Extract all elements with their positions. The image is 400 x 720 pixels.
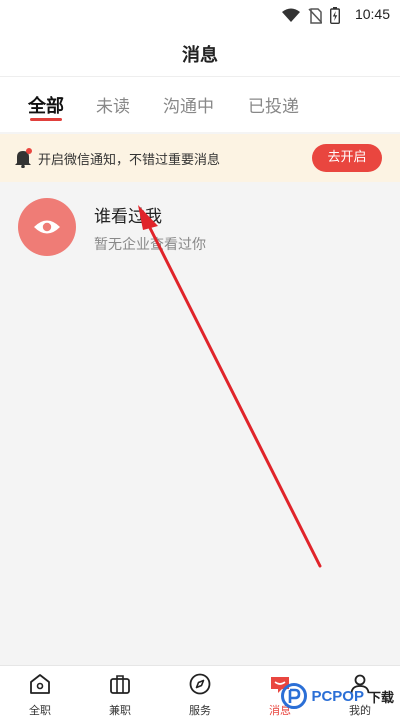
eye-icon bbox=[34, 220, 60, 234]
status-icons bbox=[282, 7, 340, 24]
enable-notice-button[interactable]: 去开启 bbox=[312, 144, 382, 172]
title-bar: 消息 bbox=[0, 30, 400, 76]
watermark: PCPOP 下载 bbox=[281, 683, 394, 709]
nav-label: 全职 bbox=[29, 704, 51, 717]
nav-label: 兼职 bbox=[109, 704, 131, 717]
battery-icon bbox=[330, 7, 340, 24]
pcpop-logo-icon bbox=[281, 683, 308, 709]
message-title: 谁看过我 bbox=[94, 207, 162, 227]
message-subtitle: 暂无企业查看过你 bbox=[94, 237, 206, 253]
nav-label: 服务 bbox=[189, 704, 211, 717]
nav-item-fulltime[interactable]: 全职 bbox=[0, 666, 80, 720]
tab-communicating[interactable]: 沟通中 bbox=[163, 92, 214, 117]
avatar bbox=[18, 198, 76, 256]
status-bar: 10:45 bbox=[0, 0, 400, 30]
tab-delivered[interactable]: 已投递 bbox=[248, 92, 299, 117]
nav-item-service[interactable]: 服务 bbox=[160, 666, 240, 720]
wifi-icon bbox=[282, 8, 300, 22]
tab-all[interactable]: 全部 bbox=[28, 92, 64, 118]
briefcase-icon bbox=[110, 675, 130, 694]
watermark-suffix: 下载 bbox=[367, 690, 394, 706]
tab-unread[interactable]: 未读 bbox=[96, 92, 130, 117]
status-time: 10:45 bbox=[354, 6, 390, 22]
list-item-who-viewed-me[interactable]: 谁看过我 暂无企业查看过你 bbox=[0, 182, 400, 274]
compass-icon bbox=[189, 673, 211, 695]
bell-icon bbox=[15, 148, 32, 168]
message-tabs: 全部 未读 沟通中 已投递 bbox=[0, 76, 400, 132]
wechat-notice-banner: 开启微信通知，不错过重要消息 去开启 bbox=[0, 134, 400, 182]
nav-item-parttime[interactable]: 兼职 bbox=[80, 666, 160, 720]
watermark-text: PCPOP bbox=[311, 687, 364, 705]
active-tab-indicator bbox=[30, 118, 62, 121]
notice-text: 开启微信通知，不错过重要消息 bbox=[38, 153, 221, 168]
page-title: 消息 bbox=[182, 45, 218, 66]
home-icon bbox=[30, 674, 50, 694]
no-sim-icon bbox=[308, 7, 322, 24]
